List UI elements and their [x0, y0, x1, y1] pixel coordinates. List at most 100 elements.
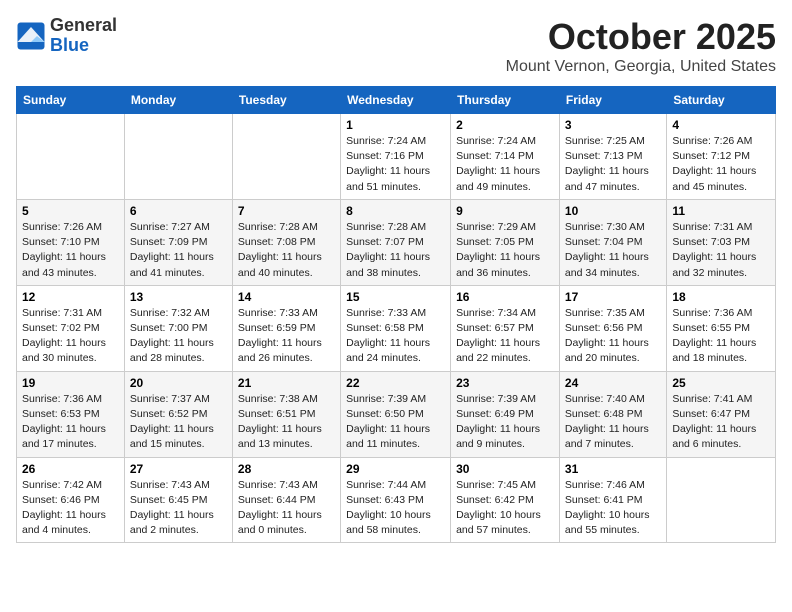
day-info: Sunrise: 7:25 AM Sunset: 7:13 PM Dayligh… — [565, 134, 661, 195]
calendar-body: 1Sunrise: 7:24 AM Sunset: 7:16 PM Daylig… — [17, 114, 776, 543]
logo-general-text: General — [50, 16, 117, 36]
day-cell: 2Sunrise: 7:24 AM Sunset: 7:14 PM Daylig… — [451, 114, 560, 200]
week-row-3: 12 Sunrise: 7:31 AM Sunset: 7:02 PM Dayli… — [17, 285, 776, 371]
day-cell: 18 Sunrise: 7:36 AM Sunset: 6:55 PM Dayli… — [667, 285, 776, 371]
day-cell: 6Sunrise: 7:27 AM Sunset: 7:09 PM Daylig… — [124, 199, 232, 285]
day-cell: 14 Sunrise: 7:33 AM Sunset: 6:59 PM Dayli… — [232, 285, 340, 371]
day-number: 23 — [456, 376, 554, 390]
day-cell: 29Sunrise: 7:44 AM Sunset: 6:43 PM Dayli… — [341, 457, 451, 543]
week-row-4: 19Sunrise: 7:36 AM Sunset: 6:53 PM Dayli… — [17, 371, 776, 457]
header-cell-monday: Monday — [124, 87, 232, 114]
day-number: 24 — [565, 376, 661, 390]
logo-text: General Blue — [50, 16, 117, 56]
day-number: 10 — [565, 204, 661, 218]
day-cell: 30Sunrise: 7:45 AM Sunset: 6:42 PM Dayli… — [451, 457, 560, 543]
day-cell — [232, 114, 340, 200]
day-number: 12 — [22, 290, 119, 304]
calendar-table: SundayMondayTuesdayWednesdayThursdayFrid… — [16, 86, 776, 543]
day-cell — [124, 114, 232, 200]
day-info: Sunrise: 7:26 AM Sunset: 7:10 PM Dayligh… — [22, 220, 119, 281]
day-cell: 28Sunrise: 7:43 AM Sunset: 6:44 PM Dayli… — [232, 457, 340, 543]
title-block: October 2025 Mount Vernon, Georgia, Unit… — [506, 16, 776, 76]
day-cell: 8Sunrise: 7:28 AM Sunset: 7:07 PM Daylig… — [341, 199, 451, 285]
day-number: 4 — [672, 118, 770, 132]
day-cell: 3 Sunrise: 7:25 AM Sunset: 7:13 PM Daylig… — [559, 114, 666, 200]
day-info: Sunrise: 7:28 AM Sunset: 7:08 PM Dayligh… — [238, 220, 335, 281]
day-cell: 10 Sunrise: 7:30 AM Sunset: 7:04 PM Dayli… — [559, 199, 666, 285]
day-cell: 7 Sunrise: 7:28 AM Sunset: 7:08 PM Daylig… — [232, 199, 340, 285]
day-cell: 19Sunrise: 7:36 AM Sunset: 6:53 PM Dayli… — [17, 371, 125, 457]
day-info: Sunrise: 7:34 AM Sunset: 6:57 PM Dayligh… — [456, 306, 554, 367]
header-cell-sunday: Sunday — [17, 87, 125, 114]
day-number: 7 — [238, 204, 335, 218]
day-cell: 26Sunrise: 7:42 AM Sunset: 6:46 PM Dayli… — [17, 457, 125, 543]
day-number: 3 — [565, 118, 661, 132]
calendar-header: SundayMondayTuesdayWednesdayThursdayFrid… — [17, 87, 776, 114]
day-info: Sunrise: 7:24 AM Sunset: 7:14 PM Dayligh… — [456, 134, 554, 195]
day-cell: 15 Sunrise: 7:33 AM Sunset: 6:58 PM Dayli… — [341, 285, 451, 371]
day-cell: 22 Sunrise: 7:39 AM Sunset: 6:50 PM Dayli… — [341, 371, 451, 457]
day-info: Sunrise: 7:37 AM Sunset: 6:52 PM Dayligh… — [130, 392, 227, 453]
day-cell: 11Sunrise: 7:31 AM Sunset: 7:03 PM Dayli… — [667, 199, 776, 285]
week-row-2: 5 Sunrise: 7:26 AM Sunset: 7:10 PM Daylig… — [17, 199, 776, 285]
logo-blue-text: Blue — [50, 36, 117, 56]
day-info: Sunrise: 7:26 AM Sunset: 7:12 PM Dayligh… — [672, 134, 770, 195]
day-cell: 23Sunrise: 7:39 AM Sunset: 6:49 PM Dayli… — [451, 371, 560, 457]
header-cell-tuesday: Tuesday — [232, 87, 340, 114]
day-info: Sunrise: 7:35 AM Sunset: 6:56 PM Dayligh… — [565, 306, 661, 367]
day-number: 13 — [130, 290, 227, 304]
day-number: 22 — [346, 376, 445, 390]
day-info: Sunrise: 7:42 AM Sunset: 6:46 PM Dayligh… — [22, 478, 119, 539]
day-number: 5 — [22, 204, 119, 218]
day-info: Sunrise: 7:36 AM Sunset: 6:55 PM Dayligh… — [672, 306, 770, 367]
day-cell: 1Sunrise: 7:24 AM Sunset: 7:16 PM Daylig… — [341, 114, 451, 200]
logo-icon — [16, 21, 46, 51]
day-number: 14 — [238, 290, 335, 304]
header-cell-thursday: Thursday — [451, 87, 560, 114]
day-cell — [667, 457, 776, 543]
page-header: General Blue October 2025 Mount Vernon, … — [16, 16, 776, 76]
day-number: 18 — [672, 290, 770, 304]
day-cell: 31 Sunrise: 7:46 AM Sunset: 6:41 PM Dayli… — [559, 457, 666, 543]
day-info: Sunrise: 7:41 AM Sunset: 6:47 PM Dayligh… — [672, 392, 770, 453]
day-info: Sunrise: 7:36 AM Sunset: 6:53 PM Dayligh… — [22, 392, 119, 453]
day-info: Sunrise: 7:33 AM Sunset: 6:59 PM Dayligh… — [238, 306, 335, 367]
day-number: 21 — [238, 376, 335, 390]
day-info: Sunrise: 7:39 AM Sunset: 6:50 PM Dayligh… — [346, 392, 445, 453]
header-row: SundayMondayTuesdayWednesdayThursdayFrid… — [17, 87, 776, 114]
header-cell-saturday: Saturday — [667, 87, 776, 114]
day-cell: 16Sunrise: 7:34 AM Sunset: 6:57 PM Dayli… — [451, 285, 560, 371]
day-cell: 21Sunrise: 7:38 AM Sunset: 6:51 PM Dayli… — [232, 371, 340, 457]
day-cell: 4 Sunrise: 7:26 AM Sunset: 7:12 PM Daylig… — [667, 114, 776, 200]
header-cell-wednesday: Wednesday — [341, 87, 451, 114]
day-info: Sunrise: 7:43 AM Sunset: 6:44 PM Dayligh… — [238, 478, 335, 539]
day-number: 15 — [346, 290, 445, 304]
day-cell — [17, 114, 125, 200]
header-cell-friday: Friday — [559, 87, 666, 114]
day-info: Sunrise: 7:31 AM Sunset: 7:02 PM Dayligh… — [22, 306, 119, 367]
day-info: Sunrise: 7:29 AM Sunset: 7:05 PM Dayligh… — [456, 220, 554, 281]
day-cell: 13Sunrise: 7:32 AM Sunset: 7:00 PM Dayli… — [124, 285, 232, 371]
logo: General Blue — [16, 16, 117, 56]
day-number: 25 — [672, 376, 770, 390]
day-info: Sunrise: 7:28 AM Sunset: 7:07 PM Dayligh… — [346, 220, 445, 281]
location-text: Mount Vernon, Georgia, United States — [506, 58, 776, 76]
day-number: 9 — [456, 204, 554, 218]
day-number: 17 — [565, 290, 661, 304]
day-number: 1 — [346, 118, 445, 132]
day-info: Sunrise: 7:30 AM Sunset: 7:04 PM Dayligh… — [565, 220, 661, 281]
day-info: Sunrise: 7:43 AM Sunset: 6:45 PM Dayligh… — [130, 478, 227, 539]
day-info: Sunrise: 7:44 AM Sunset: 6:43 PM Dayligh… — [346, 478, 445, 539]
day-cell: 24 Sunrise: 7:40 AM Sunset: 6:48 PM Dayli… — [559, 371, 666, 457]
week-row-5: 26Sunrise: 7:42 AM Sunset: 6:46 PM Dayli… — [17, 457, 776, 543]
day-info: Sunrise: 7:40 AM Sunset: 6:48 PM Dayligh… — [565, 392, 661, 453]
day-number: 20 — [130, 376, 227, 390]
day-cell: 25 Sunrise: 7:41 AM Sunset: 6:47 PM Dayli… — [667, 371, 776, 457]
day-info: Sunrise: 7:46 AM Sunset: 6:41 PM Dayligh… — [565, 478, 661, 539]
day-number: 31 — [565, 462, 661, 476]
month-title: October 2025 — [506, 16, 776, 58]
day-cell: 9 Sunrise: 7:29 AM Sunset: 7:05 PM Daylig… — [451, 199, 560, 285]
day-number: 27 — [130, 462, 227, 476]
day-info: Sunrise: 7:33 AM Sunset: 6:58 PM Dayligh… — [346, 306, 445, 367]
day-number: 11 — [672, 204, 770, 218]
